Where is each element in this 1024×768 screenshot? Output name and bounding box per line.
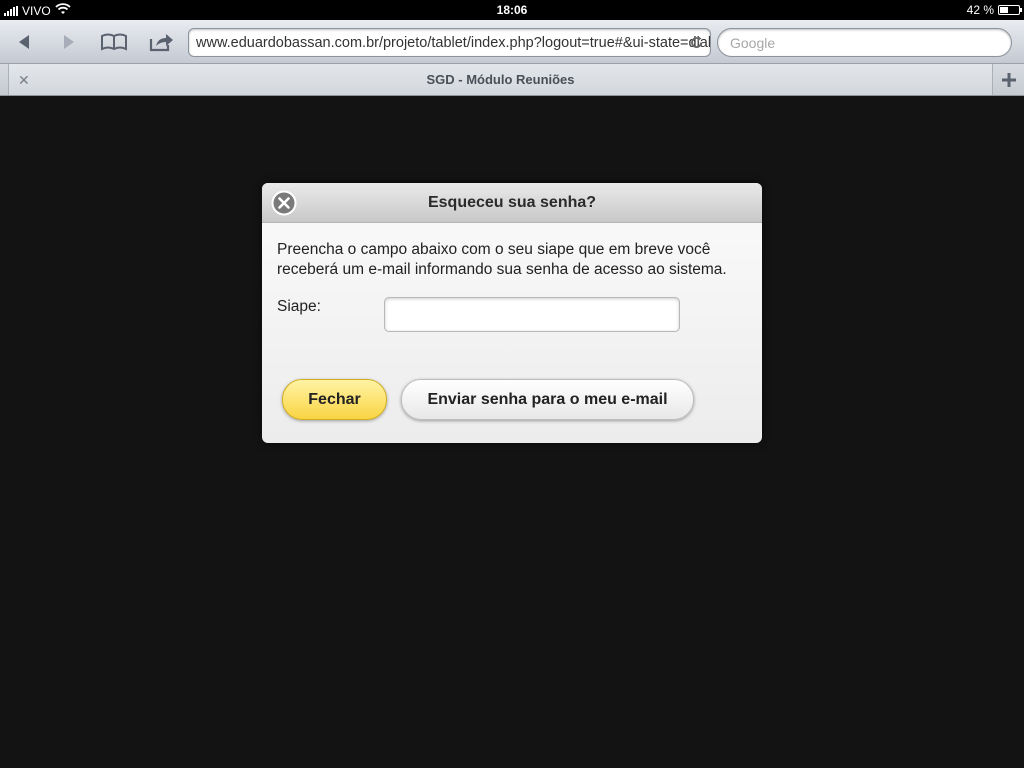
tab-bar: ✕ SGD - Módulo Reuniões xyxy=(0,64,1024,96)
wifi-icon xyxy=(55,3,71,18)
send-password-button[interactable]: Enviar senha para o meu e-mail xyxy=(401,379,694,420)
battery-percent: 42 % xyxy=(966,3,994,17)
status-time: 18:06 xyxy=(496,3,528,17)
dialog-header: Esqueceu sua senha? xyxy=(262,183,762,223)
back-arrow-icon xyxy=(19,35,29,49)
status-bar: VIVO 18:06 42 % xyxy=(0,0,1024,20)
dialog-title: Esqueceu sua senha? xyxy=(427,194,597,211)
book-icon xyxy=(101,33,127,51)
share-button[interactable] xyxy=(146,28,176,56)
signal-icon xyxy=(4,5,18,16)
browser-toolbar: www.eduardobassan.com.br/projeto/tablet/… xyxy=(0,20,1024,64)
forward-button[interactable] xyxy=(54,28,84,56)
url-field[interactable]: www.eduardobassan.com.br/projeto/tablet/… xyxy=(188,28,711,57)
siape-label: Siape: xyxy=(277,298,321,315)
url-text: www.eduardobassan.com.br/projeto/tablet/… xyxy=(196,35,711,51)
status-left: VIVO xyxy=(4,3,71,18)
share-icon xyxy=(149,34,173,52)
new-tab-button[interactable] xyxy=(994,64,1024,95)
reload-icon[interactable] xyxy=(689,35,704,54)
carrier-name: VIVO xyxy=(22,3,51,18)
forward-arrow-icon xyxy=(64,35,74,49)
dialog-message: Preencha o campo abaixo com o seu siape … xyxy=(277,241,727,278)
search-placeholder: Google xyxy=(730,35,776,51)
forgot-password-dialog: Esqueceu sua senha? Preencha o campo aba… xyxy=(262,183,762,443)
tab-active[interactable]: ✕ SGD - Módulo Reuniões xyxy=(8,64,993,95)
tab-title: SGD - Módulo Reuniões xyxy=(426,72,575,87)
close-button[interactable]: Fechar xyxy=(282,379,387,420)
bookmarks-button[interactable] xyxy=(99,28,129,56)
back-button[interactable] xyxy=(9,28,39,56)
search-field[interactable]: Google xyxy=(717,28,1012,57)
status-right: 42 % xyxy=(966,3,1022,17)
battery-icon xyxy=(998,5,1022,15)
siape-input[interactable] xyxy=(384,297,680,332)
plus-icon xyxy=(1002,72,1016,87)
